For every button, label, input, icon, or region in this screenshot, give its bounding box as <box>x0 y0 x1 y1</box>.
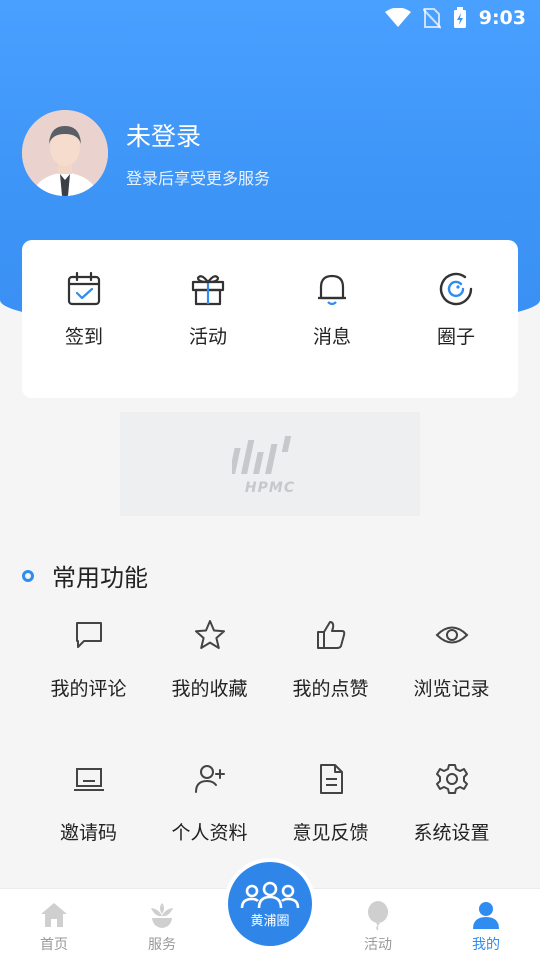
banner-image[interactable]: HPMC <box>120 412 420 516</box>
balloon-icon <box>368 901 388 930</box>
user-add-icon <box>194 765 225 793</box>
thumbs-up-icon <box>316 621 345 649</box>
tab-label: 活动 <box>364 937 392 953</box>
wifi-icon <box>384 8 411 27</box>
status-time: 9:03 <box>478 7 526 29</box>
quick-action-label: 签到 <box>64 326 103 348</box>
function-label: 意见反馈 <box>292 822 369 844</box>
section-dot-icon <box>22 569 34 582</box>
bell-icon <box>318 274 346 306</box>
quick-action-circle[interactable]: 圈子 <box>394 240 518 398</box>
function-label: 个人资料 <box>171 822 248 844</box>
function-label: 邀请码 <box>59 822 117 844</box>
function-invite-code[interactable]: 邀请码 <box>28 762 149 872</box>
section-header: 常用功能 <box>22 558 148 593</box>
gift-icon <box>191 275 225 306</box>
star-icon <box>194 620 225 649</box>
quick-action-activity[interactable]: 活动 <box>146 240 270 398</box>
tab-mine[interactable]: 我的 <box>432 889 540 960</box>
function-label: 系统设置 <box>413 822 490 844</box>
avatar[interactable] <box>22 110 108 196</box>
tab-label: 首页 <box>40 937 68 953</box>
flower-icon <box>151 903 173 928</box>
hpmc-logo-icon <box>232 436 292 474</box>
function-label: 浏览记录 <box>413 678 490 700</box>
group-people-icon <box>240 881 300 908</box>
home-icon <box>41 903 67 927</box>
section-title: 常用功能 <box>52 564 148 592</box>
tab-home[interactable]: 首页 <box>0 889 108 960</box>
function-my-likes[interactable]: 我的点赞 <box>270 618 391 728</box>
center-circle-button[interactable]: 黄浦圈 <box>228 862 312 946</box>
eye-icon <box>435 626 468 644</box>
quick-action-label: 消息 <box>312 326 351 348</box>
battery-charging-icon <box>453 7 466 28</box>
tab-activities[interactable]: 活动 <box>324 889 432 960</box>
tab-label: 服务 <box>148 937 176 953</box>
function-my-comments[interactable]: 我的评论 <box>28 618 149 728</box>
quick-actions-card: 签到 活动 消息 圈子 <box>22 240 518 398</box>
function-label: 我的评论 <box>50 678 127 700</box>
function-browsing-history[interactable]: 浏览记录 <box>391 618 512 728</box>
gear-icon <box>435 764 468 794</box>
invite-code-icon <box>73 768 104 791</box>
user-icon <box>473 902 499 929</box>
function-settings[interactable]: 系统设置 <box>391 762 512 872</box>
status-bar: 9:03 <box>0 0 540 36</box>
functions-grid: 我的评论 我的收藏 我的点赞 浏览记录 邀请码 个人资料 意见反馈 系统设置 <box>28 618 512 872</box>
tab-label: 我的 <box>472 937 500 953</box>
quick-action-checkin[interactable]: 签到 <box>22 240 146 398</box>
function-profile[interactable]: 个人资料 <box>149 762 270 872</box>
profile-block[interactable]: 未登录 登录后享受更多服务 <box>22 110 270 196</box>
function-label: 我的收藏 <box>171 678 248 700</box>
function-label: 我的点赞 <box>292 678 369 700</box>
quick-action-label: 活动 <box>188 326 227 348</box>
center-button-label: 黄浦圈 <box>250 913 290 929</box>
calendar-check-icon <box>67 271 101 306</box>
quick-action-messages[interactable]: 消息 <box>270 240 394 398</box>
login-status-text[interactable]: 未登录 <box>126 117 270 153</box>
default-avatar-icon <box>22 110 108 196</box>
banner-text: HPMC <box>244 480 296 496</box>
function-feedback[interactable]: 意见反馈 <box>270 762 391 872</box>
document-icon <box>319 764 343 794</box>
comment-icon <box>75 622 102 648</box>
tab-services[interactable]: 服务 <box>108 889 216 960</box>
function-my-favorites[interactable]: 我的收藏 <box>149 618 270 728</box>
login-hint-text: 登录后享受更多服务 <box>126 169 271 188</box>
quick-action-label: 圈子 <box>436 326 475 348</box>
no-sim-icon <box>422 8 441 29</box>
circle-refresh-icon <box>439 272 473 306</box>
